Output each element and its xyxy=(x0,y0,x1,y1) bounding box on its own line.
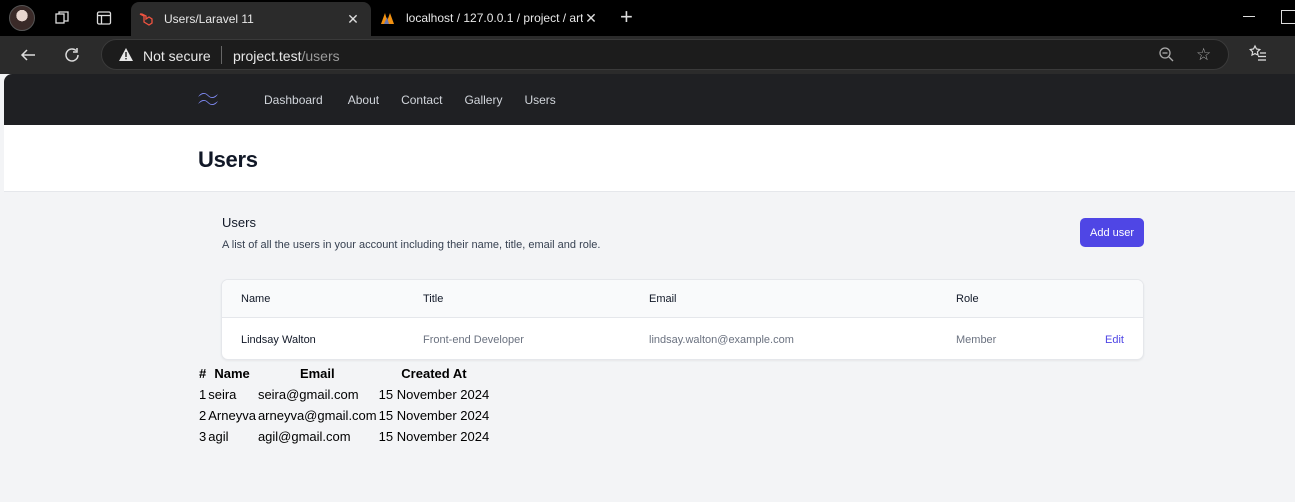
column-header-name: Name xyxy=(241,293,271,305)
cell-email: lindsay.walton@example.com xyxy=(649,334,794,346)
tailwind-logo-icon[interactable] xyxy=(197,91,221,112)
profile-avatar[interactable] xyxy=(9,5,35,31)
table-row: 1 seira seira@gmail.com 15 November 2024 xyxy=(198,384,490,405)
new-tab-icon[interactable]: + xyxy=(620,6,633,28)
raw-cell-name: Arneyva xyxy=(208,408,256,423)
column-header-title: Title xyxy=(423,293,444,305)
nav-link-users[interactable]: Users xyxy=(516,93,563,107)
tab-close-icon[interactable]: ✕ xyxy=(345,11,361,28)
warning-icon[interactable] xyxy=(118,47,134,67)
reload-icon[interactable] xyxy=(61,44,83,66)
nav-link-dashboard[interactable]: Dashboard xyxy=(256,93,331,107)
raw-cell-email: seira@gmail.com xyxy=(257,387,359,402)
phpmyadmin-icon xyxy=(380,10,396,26)
raw-header-created-at: Created At xyxy=(401,366,467,381)
tab-title: Users/Laravel 11 xyxy=(164,12,254,26)
nav-link-contact[interactable]: Contact xyxy=(393,93,450,107)
users-table-card: Name Title Email Role Lindsay Walton Fro… xyxy=(221,279,1144,360)
raw-header-email: Email xyxy=(299,366,335,381)
section-description: A list of all the users in your account … xyxy=(222,239,601,251)
page-title: Users xyxy=(198,147,258,172)
minimize-icon[interactable] xyxy=(1243,16,1255,17)
favorite-star-icon[interactable]: ☆ xyxy=(1196,45,1211,65)
column-header-email: Email xyxy=(649,293,677,305)
back-icon[interactable] xyxy=(17,44,39,66)
raw-cell-number: 1 xyxy=(199,387,207,402)
address-bar[interactable]: Not secure project.test/users ☆ xyxy=(101,39,1229,70)
column-header-role: Role xyxy=(956,293,979,305)
browser-toolbar: Not secure project.test/users ☆ xyxy=(0,36,1295,74)
url-host: project.test xyxy=(233,48,302,64)
raw-users-table: # Name Email Created At 1 seira seira@gm… xyxy=(198,363,490,447)
maximize-icon[interactable] xyxy=(1281,10,1295,24)
raw-cell-name: agil xyxy=(208,429,229,444)
cell-title: Front-end Developer xyxy=(423,334,524,346)
page-header: Users xyxy=(4,125,1295,192)
raw-table-header: # Name Email Created At xyxy=(198,363,490,384)
raw-cell-email: arneyva@gmail.com xyxy=(257,408,377,423)
edit-link[interactable]: Edit xyxy=(1105,334,1124,346)
zoom-out-icon[interactable] xyxy=(1158,46,1174,67)
vertical-tabs-icon[interactable] xyxy=(94,8,114,28)
raw-cell-number: 3 xyxy=(199,429,207,444)
laravel-icon xyxy=(138,11,154,27)
cell-role: Member xyxy=(956,334,997,346)
raw-header-number: # xyxy=(199,366,207,381)
table-row: 2 Arneyva arneyva@gmail.com 15 November … xyxy=(198,405,490,426)
site-navbar: Dashboard About Contact Gallery Users xyxy=(4,74,1295,125)
raw-cell-number: 2 xyxy=(199,408,207,423)
nav-link-gallery[interactable]: Gallery xyxy=(456,93,510,107)
raw-cell-email: agil@gmail.com xyxy=(257,429,351,444)
nav-link-about[interactable]: About xyxy=(340,93,387,107)
address-divider xyxy=(221,46,222,64)
raw-cell-created-at: 15 November 2024 xyxy=(378,408,490,423)
tab-phpmyadmin[interactable]: localhost / 127.0.0.1 / project / art ✕ xyxy=(373,0,609,36)
tab-close-icon[interactable]: ✕ xyxy=(583,10,599,27)
add-user-button[interactable]: Add user xyxy=(1080,218,1144,247)
raw-header-name: Name xyxy=(214,366,250,381)
nav-links: Dashboard About Contact Gallery Users xyxy=(256,93,564,107)
raw-cell-name: seira xyxy=(208,387,237,402)
favorites-icon[interactable] xyxy=(1248,44,1267,67)
table-row: 3 agil agil@gmail.com 15 November 2024 xyxy=(198,426,490,447)
raw-cell-created-at: 15 November 2024 xyxy=(378,387,490,402)
page-viewport: Dashboard About Contact Gallery Users Us… xyxy=(4,74,1295,502)
url-text[interactable]: project.test/users xyxy=(233,48,340,64)
tab-title: localhost / 127.0.0.1 / project / art xyxy=(406,11,583,25)
url-path: /users xyxy=(301,48,340,64)
workspaces-icon[interactable] xyxy=(52,8,72,28)
tab-users-laravel[interactable]: Users/Laravel 11 ✕ xyxy=(131,2,371,36)
cell-name: Lindsay Walton xyxy=(241,334,316,346)
browser-tab-bar: Users/Laravel 11 ✕ localhost / 127.0.0.1… xyxy=(0,0,1295,36)
section-title: Users xyxy=(222,215,256,230)
raw-cell-created-at: 15 November 2024 xyxy=(378,429,490,444)
table-header-row xyxy=(222,280,1143,318)
security-label[interactable]: Not secure xyxy=(143,48,211,64)
